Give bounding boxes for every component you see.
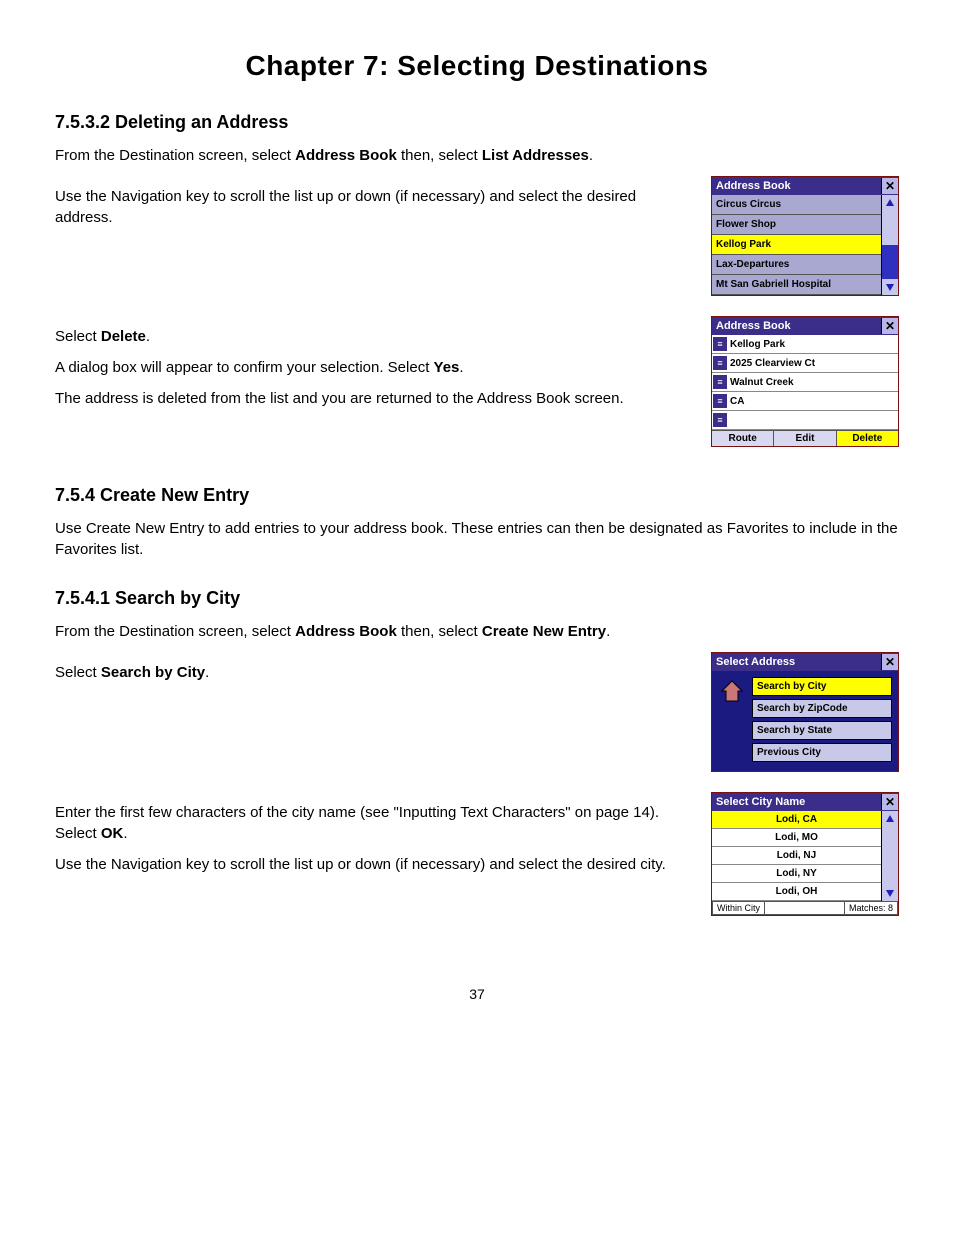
list-item[interactable]: Kellog Park [712, 235, 881, 255]
paragraph: From the Destination screen, select Addr… [55, 621, 899, 642]
detail-row: ≡2025 Clearview Ct [712, 354, 898, 373]
delete-button[interactable]: Delete [837, 430, 898, 446]
text: Select [55, 328, 101, 345]
scroll-up-icon[interactable] [882, 195, 898, 211]
text: Enter the first few characters of the ci… [55, 804, 659, 842]
text: From the Destination screen, select [55, 147, 295, 164]
text: . [205, 664, 209, 681]
paragraph: Select Search by City. [55, 662, 691, 683]
bold: List Addresses [482, 147, 589, 164]
bold: Address Book [295, 623, 397, 640]
close-icon[interactable]: ✕ [881, 318, 898, 334]
detail-row: ≡ [712, 411, 898, 430]
section-heading: 7.5.4.1 Search by City [55, 588, 899, 609]
edit-button[interactable]: Edit [774, 430, 836, 446]
field-icon: ≡ [713, 413, 727, 427]
text: . [459, 359, 463, 376]
footer-right: Matches: 8 [844, 901, 898, 915]
paragraph: The address is deleted from the list and… [55, 388, 691, 409]
page-number: 37 [55, 986, 899, 1002]
list-item[interactable]: Lax-Departures [712, 255, 881, 275]
screenshot-address-book-detail: Address Book ✕ ≡Kellog Park ≡2025 Clearv… [711, 316, 899, 447]
text: A dialog box will appear to confirm your… [55, 359, 434, 376]
text: . [589, 147, 593, 164]
paragraph: Use Create New Entry to add entries to y… [55, 518, 899, 560]
list-item[interactable]: Flower Shop [712, 215, 881, 235]
scrollbar[interactable] [881, 811, 898, 901]
list-item[interactable]: Lodi, CA [712, 811, 881, 829]
paragraph: Enter the first few characters of the ci… [55, 802, 691, 844]
detail-row: ≡CA [712, 392, 898, 411]
scrollbar[interactable] [881, 195, 898, 295]
paragraph: Use the Navigation key to scroll the lis… [55, 854, 691, 875]
paragraph: From the Destination screen, select Addr… [55, 145, 899, 166]
detail-text: 2025 Clearview Ct [728, 358, 898, 369]
footer-spacer [765, 901, 844, 915]
detail-text: CA [728, 396, 898, 407]
scroll-down-icon[interactable] [882, 885, 898, 901]
text: . [123, 825, 127, 842]
list-item[interactable]: Lodi, NY [712, 865, 881, 883]
close-icon[interactable]: ✕ [881, 654, 898, 670]
text: From the Destination screen, select [55, 623, 295, 640]
text: then, select [397, 147, 482, 164]
window-title: Address Book [712, 180, 881, 192]
bold: Search by City [101, 664, 205, 681]
text: Select [55, 664, 101, 681]
list-item[interactable]: Circus Circus [712, 195, 881, 215]
list-item[interactable]: Lodi, MO [712, 829, 881, 847]
field-icon: ≡ [713, 356, 727, 370]
window-title: Select Address [712, 656, 881, 668]
section-heading: 7.5.3.2 Deleting an Address [55, 112, 899, 133]
scroll-up-icon[interactable] [882, 811, 898, 827]
window-title: Select City Name [712, 796, 881, 808]
field-icon: ≡ [713, 375, 727, 389]
screenshot-address-book-list: Address Book ✕ Circus Circus Flower Shop… [711, 176, 899, 296]
bold: Address Book [295, 147, 397, 164]
close-icon[interactable]: ✕ [881, 794, 898, 810]
text: then, select [397, 623, 482, 640]
paragraph: Select Delete. [55, 326, 691, 347]
bold: Delete [101, 328, 146, 345]
list-item[interactable]: Lodi, OH [712, 883, 881, 901]
home-icon [718, 677, 746, 705]
menu-item[interactable]: Search by State [752, 721, 892, 740]
bold: Yes [434, 359, 460, 376]
field-icon: ≡ [713, 394, 727, 408]
paragraph: Use the Navigation key to scroll the lis… [55, 186, 691, 228]
window-title: Address Book [712, 320, 881, 332]
list-item[interactable]: Mt San Gabriell Hospital [712, 275, 881, 295]
bold: OK [101, 825, 124, 842]
scroll-down-icon[interactable] [882, 279, 898, 295]
screenshot-select-address: Select Address ✕ Search by City Search b… [711, 652, 899, 772]
close-icon[interactable]: ✕ [881, 178, 898, 194]
footer-left: Within City [712, 901, 765, 915]
menu-item[interactable]: Previous City [752, 743, 892, 762]
bold: Create New Entry [482, 623, 606, 640]
section-heading: 7.5.4 Create New Entry [55, 485, 899, 506]
text: . [606, 623, 610, 640]
list-item[interactable]: Lodi, NJ [712, 847, 881, 865]
detail-row: ≡Kellog Park [712, 335, 898, 354]
detail-text: Walnut Creek [728, 377, 898, 388]
screenshot-select-city: Select City Name ✕ Lodi, CA Lodi, MO Lod… [711, 792, 899, 916]
menu-item[interactable]: Search by City [752, 677, 892, 696]
chapter-title: Chapter 7: Selecting Destinations [55, 50, 899, 82]
text: . [146, 328, 150, 345]
menu-item[interactable]: Search by ZipCode [752, 699, 892, 718]
route-button[interactable]: Route [712, 430, 774, 446]
detail-text: Kellog Park [728, 339, 898, 350]
detail-row: ≡Walnut Creek [712, 373, 898, 392]
paragraph: A dialog box will appear to confirm your… [55, 357, 691, 378]
field-icon: ≡ [713, 337, 727, 351]
